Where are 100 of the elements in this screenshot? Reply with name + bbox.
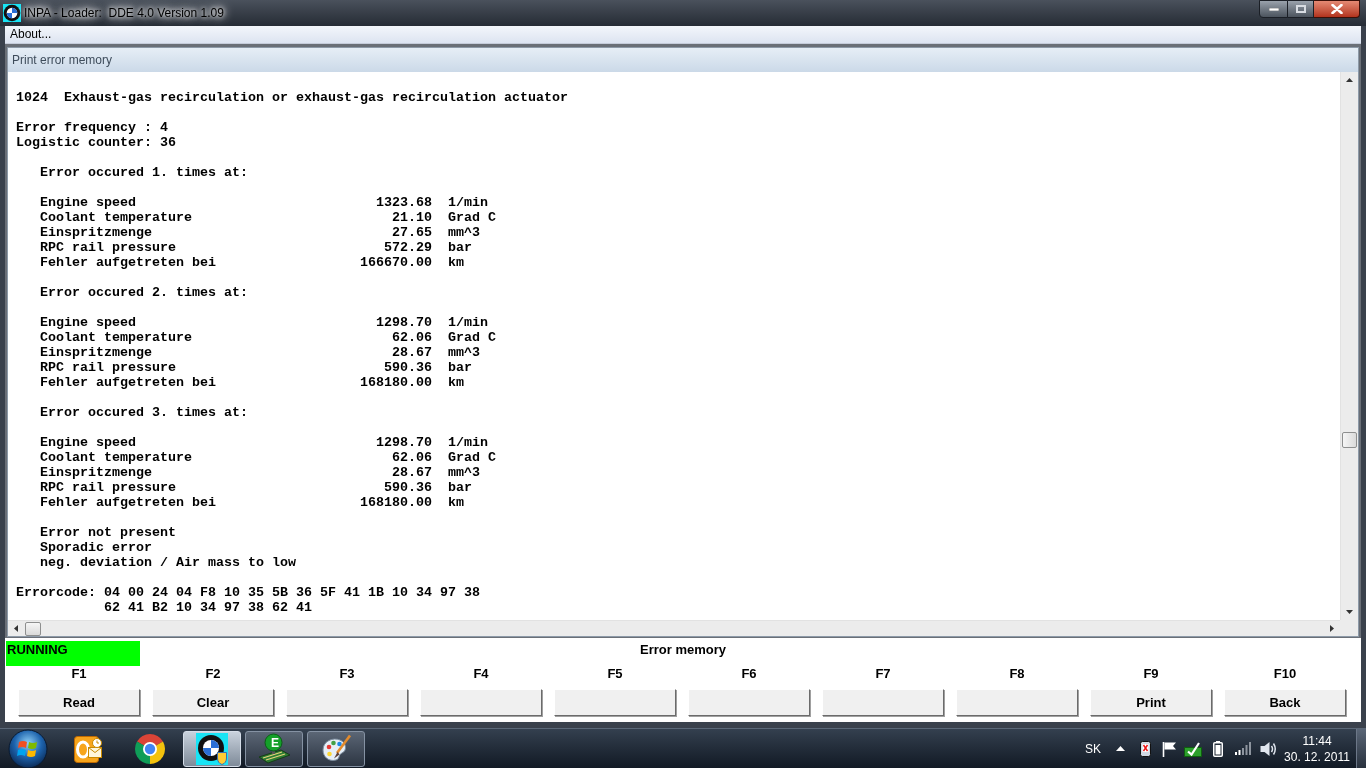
maximize-icon — [1295, 5, 1306, 13]
battery-icon[interactable] — [1213, 740, 1223, 757]
summary-value: 4 — [160, 120, 168, 135]
right-arrow-icon — [1330, 625, 1334, 632]
measurement-value: 168180.00 — [360, 375, 432, 390]
measurement-label: Coolant temperature — [40, 450, 192, 465]
minimize-button[interactable] — [1259, 0, 1288, 18]
errorcode-bytes: 62 41 B2 10 34 97 38 62 41 — [104, 600, 312, 615]
clock-date: 30. 12. 2011 — [1284, 748, 1350, 765]
measurement-unit: bar — [448, 360, 472, 375]
function-button[interactable]: Back — [1224, 689, 1346, 716]
function-button[interactable] — [956, 689, 1078, 716]
measurement-label: Fehler aufgetreten bei — [40, 495, 216, 510]
measurement-value: 166670.00 — [360, 255, 432, 270]
occurrence-heading: Error occured 1. times at: — [40, 165, 248, 180]
measurement-value: 62.06 — [392, 330, 432, 345]
measurement-unit: mm^3 — [448, 225, 480, 240]
measurement-label: Engine speed — [40, 435, 136, 450]
signal-bars-icon[interactable] — [1234, 742, 1252, 755]
function-key-label: F8 — [1009, 666, 1025, 682]
measurement-unit: km — [448, 495, 464, 510]
function-key-label: F3 — [339, 666, 355, 682]
function-key-label: F2 — [205, 666, 221, 682]
measurement-unit: bar — [448, 240, 472, 255]
scrollbar-thumb[interactable] — [25, 622, 41, 636]
measurement-unit: 1/min — [448, 315, 488, 330]
measurement-label: Engine speed — [40, 195, 136, 210]
measurement-unit: bar — [448, 480, 472, 495]
measurement-value: 28.67 — [392, 345, 432, 360]
measurement-value: 590.36 — [384, 480, 432, 495]
left-arrow-icon — [14, 625, 18, 632]
measurement-value: 1323.68 — [376, 195, 432, 210]
mail-app-icon — [73, 733, 103, 764]
fault-description: Exhaust-gas recirculation or exhaust-gas recirculation actuator — [64, 90, 568, 105]
function-key-label: F10 — [1273, 666, 1297, 682]
measurement-value: 27.65 — [392, 225, 432, 240]
check-tray-icon[interactable] — [1184, 740, 1202, 757]
flag-icon[interactable] — [1161, 740, 1177, 757]
menu-item[interactable]: About... — [5, 26, 57, 43]
measurement-label: Einspritzmenge — [40, 225, 152, 240]
function-key-label: F5 — [607, 666, 623, 682]
occurrence-heading: Error occured 2. times at: — [40, 285, 248, 300]
measurement-value: 1298.70 — [376, 315, 432, 330]
measurement-value: 28.67 — [392, 465, 432, 480]
errorcode-label: Errorcode: — [16, 585, 96, 600]
maximize-button[interactable] — [1288, 0, 1314, 18]
measurement-label: Engine speed — [40, 315, 136, 330]
function-key-label: F6 — [741, 666, 757, 682]
function-button[interactable]: Print — [1090, 689, 1212, 716]
fault-code: 1024 — [16, 90, 48, 105]
function-button[interactable] — [286, 689, 408, 716]
show-desktop-button[interactable] — [1356, 728, 1366, 768]
measurement-label: Fehler aufgetreten bei — [40, 375, 216, 390]
function-key-label: F7 — [875, 666, 891, 682]
measurement-unit: km — [448, 375, 464, 390]
app-letter: E — [270, 736, 280, 750]
function-button[interactable] — [822, 689, 944, 716]
function-button[interactable]: Read — [18, 689, 140, 716]
up-triangle-icon — [1115, 746, 1125, 751]
clock-time: 11:44 — [1302, 732, 1332, 749]
measurement-unit: Grad C — [448, 210, 496, 225]
measurement-unit: 1/min — [448, 195, 488, 210]
start-button[interactable] — [8, 728, 48, 768]
measurement-label: Fehler aufgetreten bei — [40, 255, 216, 270]
minimize-icon — [1268, 7, 1279, 11]
function-key-label: F4 — [473, 666, 489, 682]
function-key-label: F9 — [1143, 666, 1159, 682]
function-button[interactable] — [688, 689, 810, 716]
board-badge-icon — [257, 732, 291, 765]
child-window-title: Print error memory — [8, 48, 1358, 72]
measurement-label: RPC rail pressure — [40, 240, 176, 255]
measurement-unit: Grad C — [448, 330, 496, 345]
status-text: Error not present — [40, 525, 176, 540]
status-text: neg. deviation / Air mass to low — [40, 555, 296, 570]
close-button[interactable] — [1314, 0, 1360, 18]
roundel-shield-icon — [196, 732, 228, 765]
phone-error-icon[interactable] — [1139, 740, 1151, 757]
summary-value: 36 — [160, 135, 176, 150]
language-indicator[interactable]: SK — [1085, 741, 1101, 756]
errorcode-bytes: 04 00 24 04 F8 10 35 5B 36 5F 41 1B 10 34 97 38 — [104, 585, 480, 600]
occurrence-heading: Error occured 3. times at: — [40, 405, 248, 420]
function-button[interactable] — [420, 689, 542, 716]
measurement-value: 62.06 — [392, 450, 432, 465]
function-key-label: F1 — [71, 666, 87, 682]
roundel-icon — [3, 4, 21, 22]
measurement-value: 1298.70 — [376, 435, 432, 450]
status-indicator: RUNNING — [6, 641, 140, 666]
flag-orb-icon — [8, 728, 48, 768]
taskbar-button[interactable] — [307, 730, 365, 767]
function-button[interactable]: Clear — [152, 689, 274, 716]
window-title: INPA - Loader: DDE 4.0 Version 1.09 — [24, 5, 224, 21]
measurement-unit: mm^3 — [448, 345, 480, 360]
speaker-icon[interactable] — [1259, 740, 1277, 757]
measurement-unit: 1/min — [448, 435, 488, 450]
measurement-value: 168180.00 — [360, 495, 432, 510]
measurement-value: 572.29 — [384, 240, 432, 255]
measurement-value: 590.36 — [384, 360, 432, 375]
measurement-label: Coolant temperature — [40, 210, 192, 225]
scrollbar-thumb[interactable] — [1342, 432, 1357, 448]
function-button[interactable] — [554, 689, 676, 716]
